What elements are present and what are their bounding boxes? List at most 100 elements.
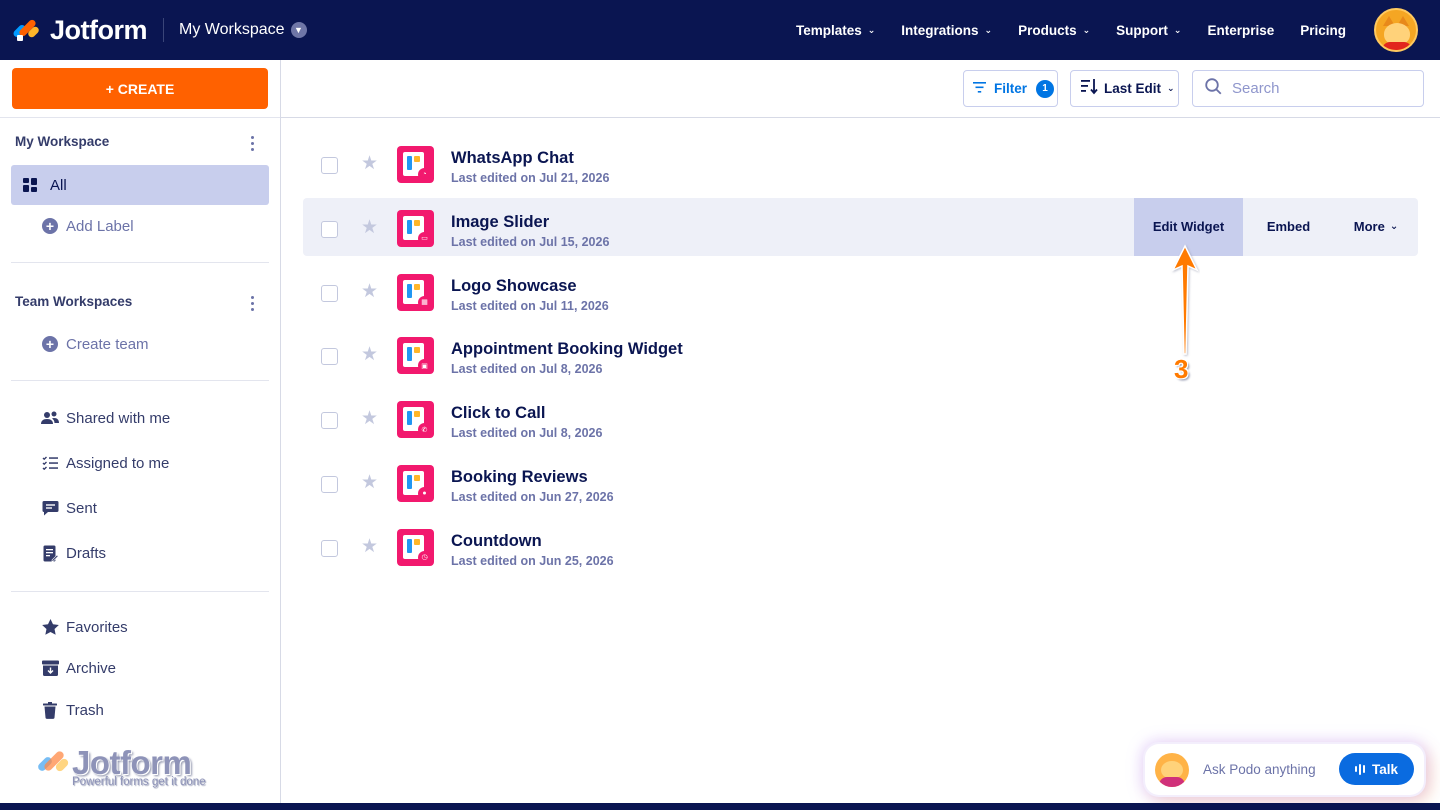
nav-products[interactable]: Products ⌄ [1018, 23, 1090, 38]
annotation-arrow-icon [1171, 244, 1199, 355]
search-input[interactable] [1232, 80, 1402, 97]
sidebar-item-sent[interactable]: Sent [11, 488, 269, 528]
sidebar-item-label: Shared with me [66, 409, 171, 427]
divider [11, 380, 269, 381]
sidebar-item-assigned-to-me[interactable]: Assigned to me [11, 443, 269, 483]
create-button[interactable]: + CREATE [12, 68, 268, 109]
top-nav: Templates ⌄ Integrations ⌄ Products ⌄ Su… [770, 0, 1346, 60]
podo-avatar [1155, 752, 1189, 787]
sidebar-item-label: Create team [66, 335, 149, 353]
brand-name: Jotform [50, 14, 148, 45]
more-button[interactable]: More ⌄ [1334, 198, 1418, 256]
sidebar-item-create-team[interactable]: + Create team [11, 324, 269, 364]
filter-button[interactable]: Filter 1 [963, 70, 1058, 107]
user-avatar[interactable] [1374, 8, 1418, 52]
chevron-down-icon: ⌄ [984, 24, 993, 35]
form-row[interactable]: ★ ▦ Logo Showcase Last edited on Jul 11,… [303, 262, 1418, 320]
form-last-edited: Last edited on Jun 25, 2026 [451, 553, 614, 568]
embed-button[interactable]: Embed [1243, 198, 1334, 256]
form-title[interactable]: WhatsApp Chat [451, 149, 574, 168]
nav-pricing[interactable]: Pricing [1300, 23, 1346, 38]
calendar-icon: ▣ [418, 359, 431, 373]
star-icon[interactable]: ★ [361, 345, 378, 364]
sidebar-item-trash[interactable]: Trash [11, 690, 269, 730]
form-row[interactable]: ★ ▣ Appointment Booking Widget Last edit… [303, 325, 1418, 383]
form-title[interactable]: Countdown [451, 532, 542, 551]
plus-circle-icon: + [41, 217, 59, 235]
brand[interactable]: Jotform [12, 14, 148, 46]
clock-icon: ◷ [418, 550, 431, 564]
star-icon[interactable]: ★ [361, 537, 378, 556]
chevron-down-icon: ⌄ [1082, 24, 1091, 35]
nav-label: Enterprise [1207, 22, 1275, 38]
sidebar-item-add-label[interactable]: + Add Label [11, 206, 269, 246]
row-checkbox[interactable] [321, 475, 338, 493]
top-bar: Jotform My Workspace ▼ Templates ⌄ Integ… [0, 0, 1440, 60]
row-checkbox[interactable] [321, 348, 338, 366]
form-title[interactable]: Image Slider [451, 213, 549, 232]
talk-button[interactable]: Talk [1339, 753, 1414, 785]
row-checkbox[interactable] [321, 412, 338, 430]
chevron-down-icon: ⌄ [1389, 221, 1399, 233]
star-icon[interactable]: ★ [361, 154, 378, 173]
talk-label: Talk [1371, 761, 1398, 777]
podo-assistant[interactable]: Ask Podo anything Talk [1145, 744, 1424, 795]
widget-app-icon: ▣ [397, 337, 434, 375]
whatsapp-icon: ◔ [418, 168, 431, 181]
nav-templates[interactable]: Templates ⌄ [796, 23, 875, 38]
brand-divider [163, 18, 164, 42]
widget-app-icon: ◷ [397, 528, 434, 566]
image-icon: ▭ [418, 231, 431, 245]
sidebar-item-label: Favorites [66, 618, 128, 636]
star-icon[interactable]: ★ [361, 473, 378, 492]
sort-button[interactable]: Last Edit ⌄ [1070, 70, 1179, 107]
form-row[interactable]: ★ ◔ WhatsApp Chat Last edited on Jul 21,… [303, 134, 1418, 192]
row-checkbox[interactable] [321, 284, 338, 302]
form-title[interactable]: Click to Call [451, 404, 545, 423]
form-last-edited: Last edited on Jun 27, 2026 [451, 489, 614, 504]
sidebar-item-shared-with-me[interactable]: Shared with me [11, 398, 269, 438]
star-icon[interactable]: ★ [361, 218, 378, 237]
more-label: More [1353, 219, 1385, 235]
form-row[interactable]: ★ ● Booking Reviews Last edited on Jun 2… [303, 453, 1418, 511]
filter-count-badge: 1 [1036, 79, 1055, 98]
form-row[interactable]: ★ ▭ Image Slider Last edited on Jul 15, … [303, 197, 1418, 256]
sidebar-item-drafts[interactable]: Drafts [11, 533, 269, 573]
sidebar-item-label: Trash [66, 701, 104, 719]
row-checkbox[interactable] [321, 157, 338, 174]
row-checkbox[interactable] [321, 539, 338, 557]
star-icon[interactable]: ★ [361, 282, 378, 301]
form-title[interactable]: Booking Reviews [451, 468, 588, 487]
search-box[interactable] [1192, 70, 1424, 107]
star-icon [41, 618, 59, 636]
form-row[interactable]: ★ ◷ Countdown Last edited on Jun 25, 202… [303, 517, 1418, 575]
form-title[interactable]: Logo Showcase [451, 277, 577, 296]
sidebar-item-all[interactable]: All [11, 165, 269, 205]
kebab-menu-icon[interactable] [251, 136, 257, 154]
jotform-logo-icon [36, 747, 70, 779]
nav-label: Support [1116, 22, 1168, 38]
workspace-switcher[interactable]: My Workspace ▼ [179, 21, 307, 39]
star-icon[interactable]: ★ [361, 409, 378, 428]
sidebar-item-favorites[interactable]: Favorites [11, 607, 269, 647]
nav-enterprise[interactable]: Enterprise [1207, 23, 1274, 38]
podo-prompt[interactable]: Ask Podo anything [1203, 762, 1316, 777]
sidebar: + CREATE My Workspace All + Add Label Te… [0, 60, 281, 810]
nav-integrations[interactable]: Integrations ⌄ [901, 23, 992, 38]
team-workspaces-heading: Team Workspaces [15, 294, 133, 309]
sidebar-item-archive[interactable]: Archive [11, 648, 269, 688]
annotation-step-number: 3 [1174, 354, 1189, 384]
plus-circle-icon: + [41, 335, 59, 353]
row-checkbox[interactable] [321, 220, 338, 238]
chevron-down-icon: ▼ [290, 22, 307, 38]
nav-label: Templates [795, 22, 862, 38]
form-row[interactable]: ★ ✆ Click to Call Last edited on Jul 8, … [303, 389, 1418, 447]
nav-label: Integrations [901, 22, 979, 38]
form-last-edited: Last edited on Jul 8, 2026 [451, 362, 603, 377]
kebab-menu-icon[interactable] [251, 296, 257, 314]
checklist-icon [41, 454, 59, 472]
form-title[interactable]: Appointment Booking Widget [451, 340, 683, 359]
nav-support[interactable]: Support ⌄ [1116, 23, 1181, 38]
sidebar-item-label: Drafts [66, 544, 107, 562]
jotform-logo-icon [12, 17, 41, 43]
